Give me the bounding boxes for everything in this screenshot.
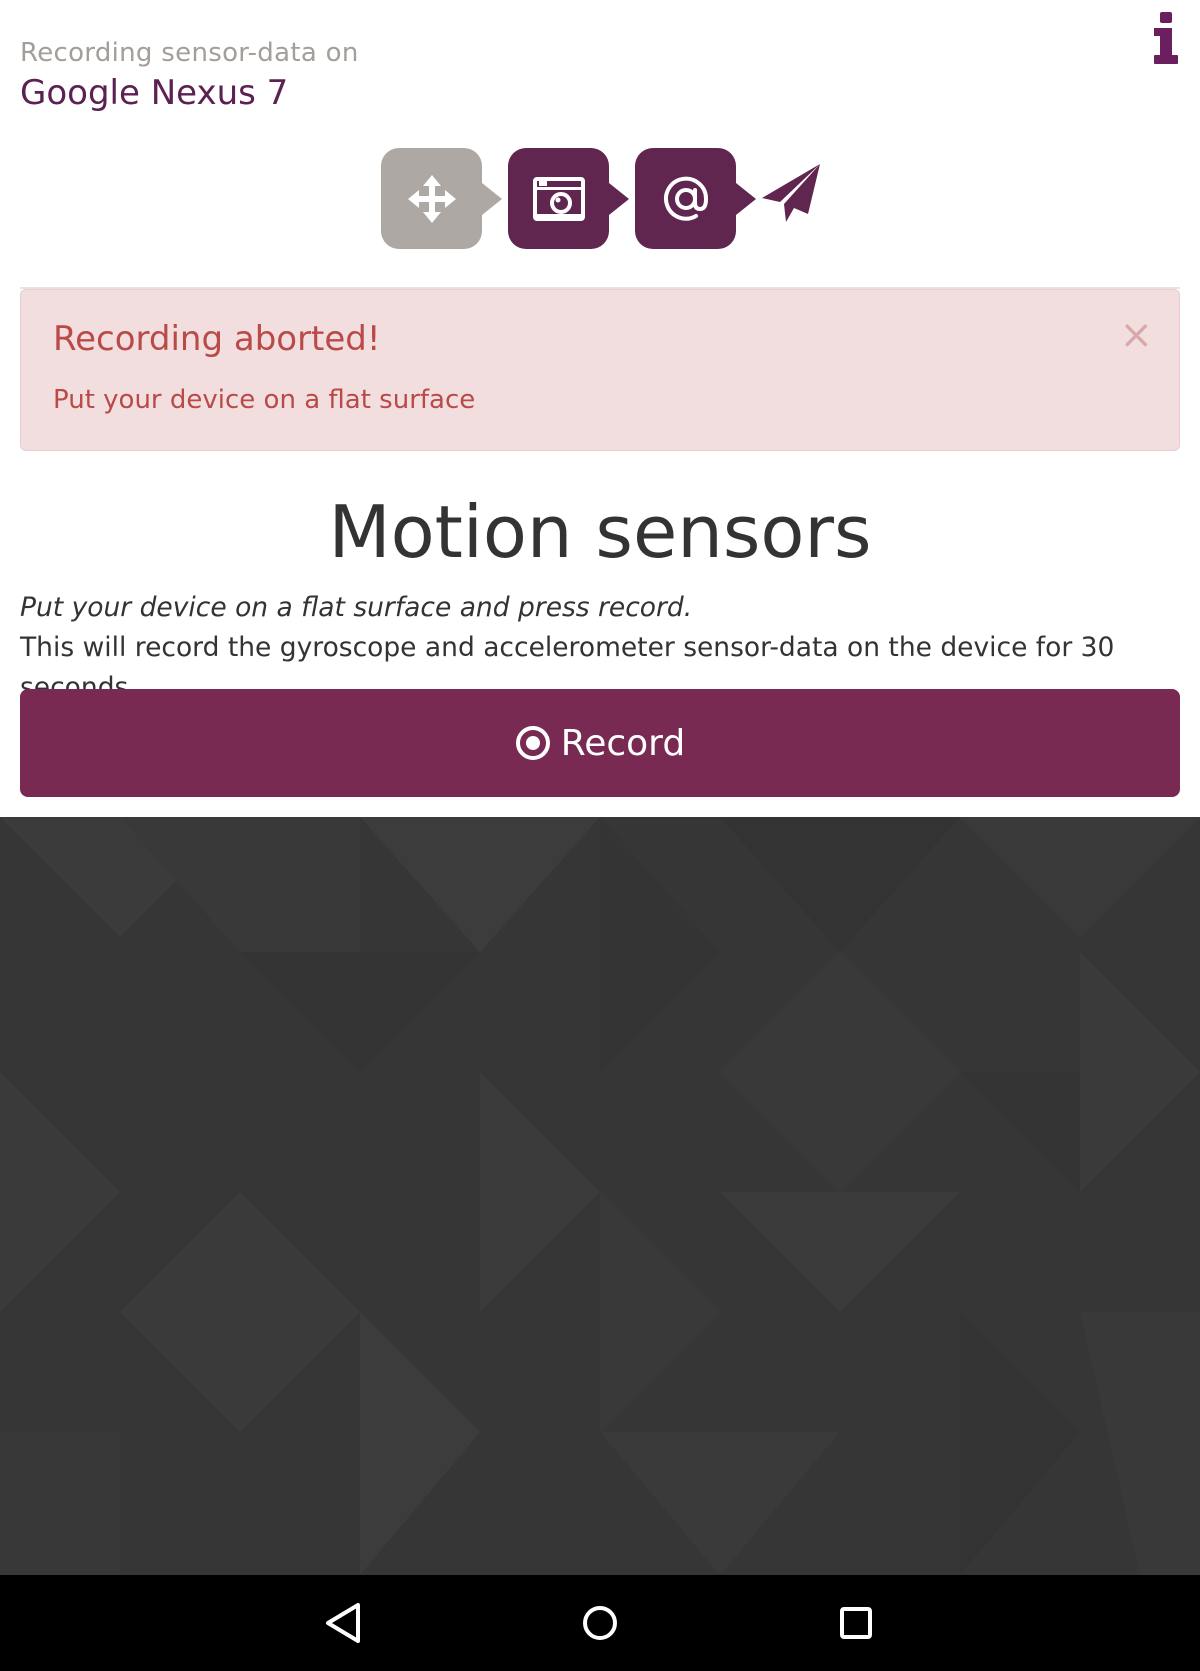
step-arrow (482, 183, 502, 215)
camera-icon (532, 176, 585, 221)
record-button[interactable]: Record (20, 689, 1180, 797)
step-arrow (609, 183, 629, 215)
page-title: Motion sensors (328, 490, 872, 574)
back-icon[interactable] (318, 1597, 370, 1649)
instruction-text: Put your device on a flat surface and pr… (20, 592, 693, 623)
step-arrow (736, 183, 756, 215)
recording-subtitle: Recording sensor-data on (20, 38, 359, 68)
device-name: Google Nexus 7 (20, 73, 289, 113)
close-icon[interactable]: × (1119, 312, 1153, 358)
step-motion (381, 148, 502, 249)
progress-steps (381, 148, 821, 250)
recents-icon[interactable] (830, 1597, 882, 1649)
at-sign-icon (663, 176, 708, 221)
home-icon[interactable] (574, 1597, 626, 1649)
app-header: Recording sensor-data on Google Nexus 7 (20, 34, 359, 114)
step-camera (508, 148, 629, 249)
error-alert: Recording aborted! Put your device on a … (20, 289, 1180, 451)
record-icon (515, 726, 550, 760)
move-arrows-icon (407, 174, 456, 223)
background-pattern (0, 817, 1200, 1575)
system-nav-bar (0, 1575, 1200, 1671)
info-icon[interactable] (1154, 12, 1178, 64)
alert-message: Put your device on a flat surface (53, 385, 476, 415)
record-label: Record (560, 722, 686, 764)
geometric-pattern (0, 817, 1200, 1575)
alert-title: Recording aborted! (53, 319, 381, 359)
paper-plane-icon (762, 164, 820, 222)
step-email (635, 148, 756, 249)
